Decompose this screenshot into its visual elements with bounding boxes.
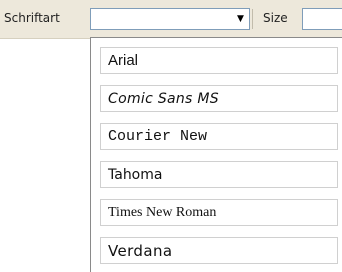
font-option-times-new-roman[interactable]: Times New Roman bbox=[100, 199, 338, 226]
toolbar-separator bbox=[252, 9, 253, 29]
toolbar: Schriftart ▼ Size bbox=[0, 0, 342, 39]
size-label: Size bbox=[263, 11, 288, 25]
font-option-courier-new[interactable]: Courier New bbox=[100, 123, 338, 150]
font-option-arial[interactable]: Arial bbox=[100, 47, 338, 74]
chevron-down-icon[interactable]: ▼ bbox=[232, 9, 249, 29]
font-option-comic-sans-ms[interactable]: Comic Sans MS bbox=[100, 85, 338, 112]
font-option-verdana[interactable]: Verdana bbox=[100, 237, 338, 264]
font-combobox[interactable]: ▼ bbox=[90, 8, 250, 30]
size-combobox[interactable] bbox=[302, 8, 342, 30]
font-option-tahoma[interactable]: Tahoma bbox=[100, 161, 338, 188]
font-label: Schriftart bbox=[4, 11, 60, 25]
font-dropdown-list[interactable]: Arial Comic Sans MS Courier New Tahoma T… bbox=[90, 37, 342, 272]
